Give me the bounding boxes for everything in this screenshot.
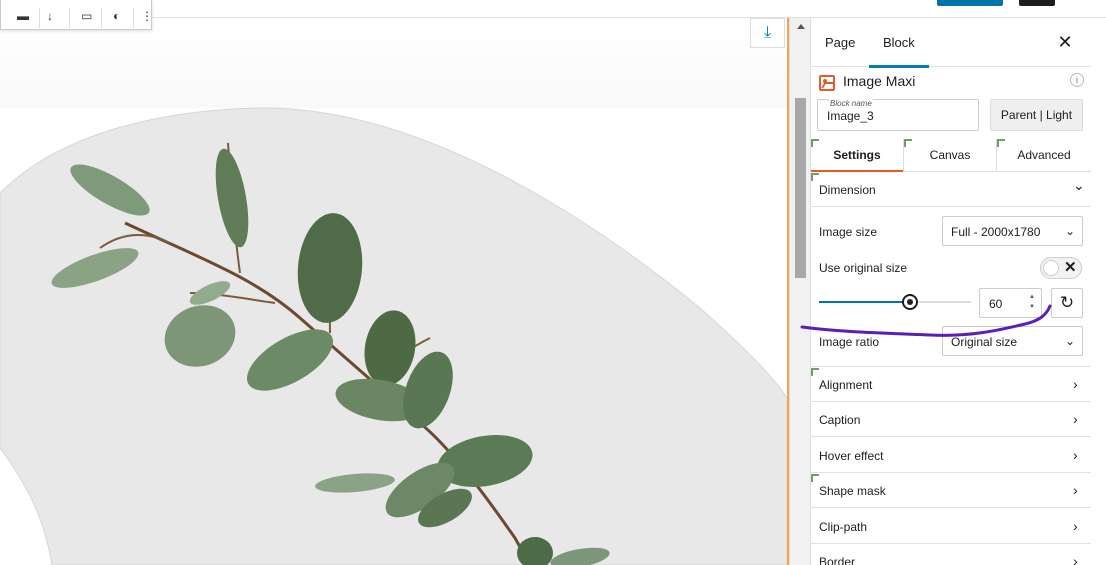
block-card: Image Maxi i Block name Image_3 Parent |… [811,68,1091,138]
image-size-value: Full - 2000x1780 [951,225,1041,239]
settings-sidebar: Page Block ✕ Image Maxi i Block name Ima… [810,18,1106,565]
section-label: Border [819,555,856,565]
marker-corner [811,368,819,376]
tab-settings-label: Settings [833,148,881,162]
toolbar-divider [69,8,70,28]
toolbar-style-icon[interactable]: ◐ [113,10,120,22]
block-toolbar: ▬ ↓ ▭ ◐ ⋮ [0,0,153,30]
toolbar-more-icon[interactable]: ⋮ [141,10,153,22]
section-label: Hover effect [819,448,884,463]
image-ratio-value: Original size [951,335,1018,349]
size-number-value[interactable]: 60 [989,297,1002,311]
reset-icon[interactable]: ↻ [1051,288,1083,318]
section-label: Clip-path [819,519,868,534]
tab-canvas[interactable]: Canvas [904,139,997,172]
tab-block[interactable]: Block [869,18,929,68]
publish-button[interactable] [937,0,1003,6]
marker-corner [811,139,819,147]
chevron-down-icon: ⌄ [1065,224,1076,238]
toolbar-divider [133,8,134,28]
info-icon[interactable]: i [1070,73,1084,87]
section-label: Shape mask [819,484,886,499]
image-size-label: Image size [819,225,878,239]
section-dimension-label: Dimension [819,183,876,197]
marker-corner [997,139,1005,147]
chevron-right-icon: › [1073,411,1078,428]
image-ratio-select[interactable]: Original size ⌄ [942,326,1083,356]
chevron-right-icon: › [1073,482,1078,499]
section-clip-path[interactable]: Clip-path › [811,509,1091,544]
chevron-right-icon: › [1073,446,1078,463]
settings-tabs: Settings Canvas Advanced [811,139,1091,172]
editor-canvas[interactable]: ⤓ [0,18,787,565]
tab-settings[interactable]: Settings [811,139,904,172]
size-slider-fill [819,301,910,303]
top-bar [0,0,1106,18]
spinner-arrows-icon[interactable]: ▲ ▼ [1029,292,1035,312]
section-border[interactable]: Border › [811,544,1091,565]
chevron-right-icon: › [1073,553,1078,565]
tab-advanced[interactable]: Advanced [997,139,1091,172]
toolbar-align-icon[interactable]: ▬ [17,10,29,22]
chevron-down-icon: ⌄ [1073,177,1085,193]
block-name-value[interactable]: Image_3 [827,109,874,123]
toolbar-move-icon[interactable]: ↓ [47,10,53,22]
marker-corner [811,173,819,181]
tab-advanced-label: Advanced [1017,148,1071,162]
block-name-field[interactable]: Block name Image_3 [817,99,979,131]
chevron-down-icon: ⌄ [1065,334,1076,348]
tab-canvas-label: Canvas [929,148,971,162]
section-dimension[interactable]: Dimension ⌄ [811,172,1091,207]
toggle-knob [1043,260,1059,276]
chevron-right-icon: › [1073,517,1078,534]
use-original-size-label: Use original size [819,261,908,275]
section-alignment[interactable]: Alignment › [811,367,1091,402]
image-block-icon [819,75,835,91]
settings-toggle-button[interactable] [1019,0,1055,6]
use-original-size-toggle[interactable]: ✕ [1040,257,1082,279]
section-label: Alignment [819,378,873,392]
editor-root: ⤓ ▬ ↓ ▭ ◐ ⋮ Page Block ✕ Image Maxi i Bl… [0,0,1106,565]
insert-into-icon: ⤓ [763,24,772,41]
chevron-right-icon: › [1073,376,1078,392]
section-label: Caption [819,413,861,428]
close-icon[interactable]: ✕ [1055,32,1075,52]
size-number-input[interactable]: 60 ▲ ▼ [979,288,1042,318]
toolbar-frame-icon[interactable]: ▭ [81,10,92,22]
sidebar-tabs: Page Block ✕ [811,18,1091,68]
image-size-select[interactable]: Full - 2000x1780 ⌄ [942,216,1083,246]
block-name-label: Block name [829,99,873,108]
toolbar-divider [39,8,40,28]
scroll-up-arrow-icon[interactable] [797,24,805,29]
section-hover-effect[interactable]: Hover effect › [811,438,1091,473]
tab-page[interactable]: Page [811,18,869,67]
parent-light-button[interactable]: Parent | Light [990,99,1083,131]
marker-corner [811,474,819,483]
toolbar-divider [101,8,102,28]
scroll-thumb[interactable] [795,98,806,278]
toggle-off-icon: ✕ [1064,259,1077,276]
image-ratio-label: Image ratio [819,335,880,349]
canvas-scrollbar[interactable] [789,18,810,565]
size-slider-handle[interactable] [902,294,918,310]
marker-corner [904,139,912,147]
insert-block-button[interactable]: ⤓ [750,18,785,48]
block-title: Image Maxi [843,73,916,89]
size-slider[interactable] [819,294,971,310]
image-block[interactable] [0,18,787,565]
section-shape-mask[interactable]: Shape mask › [811,473,1091,509]
section-caption[interactable]: Caption › [811,402,1091,438]
